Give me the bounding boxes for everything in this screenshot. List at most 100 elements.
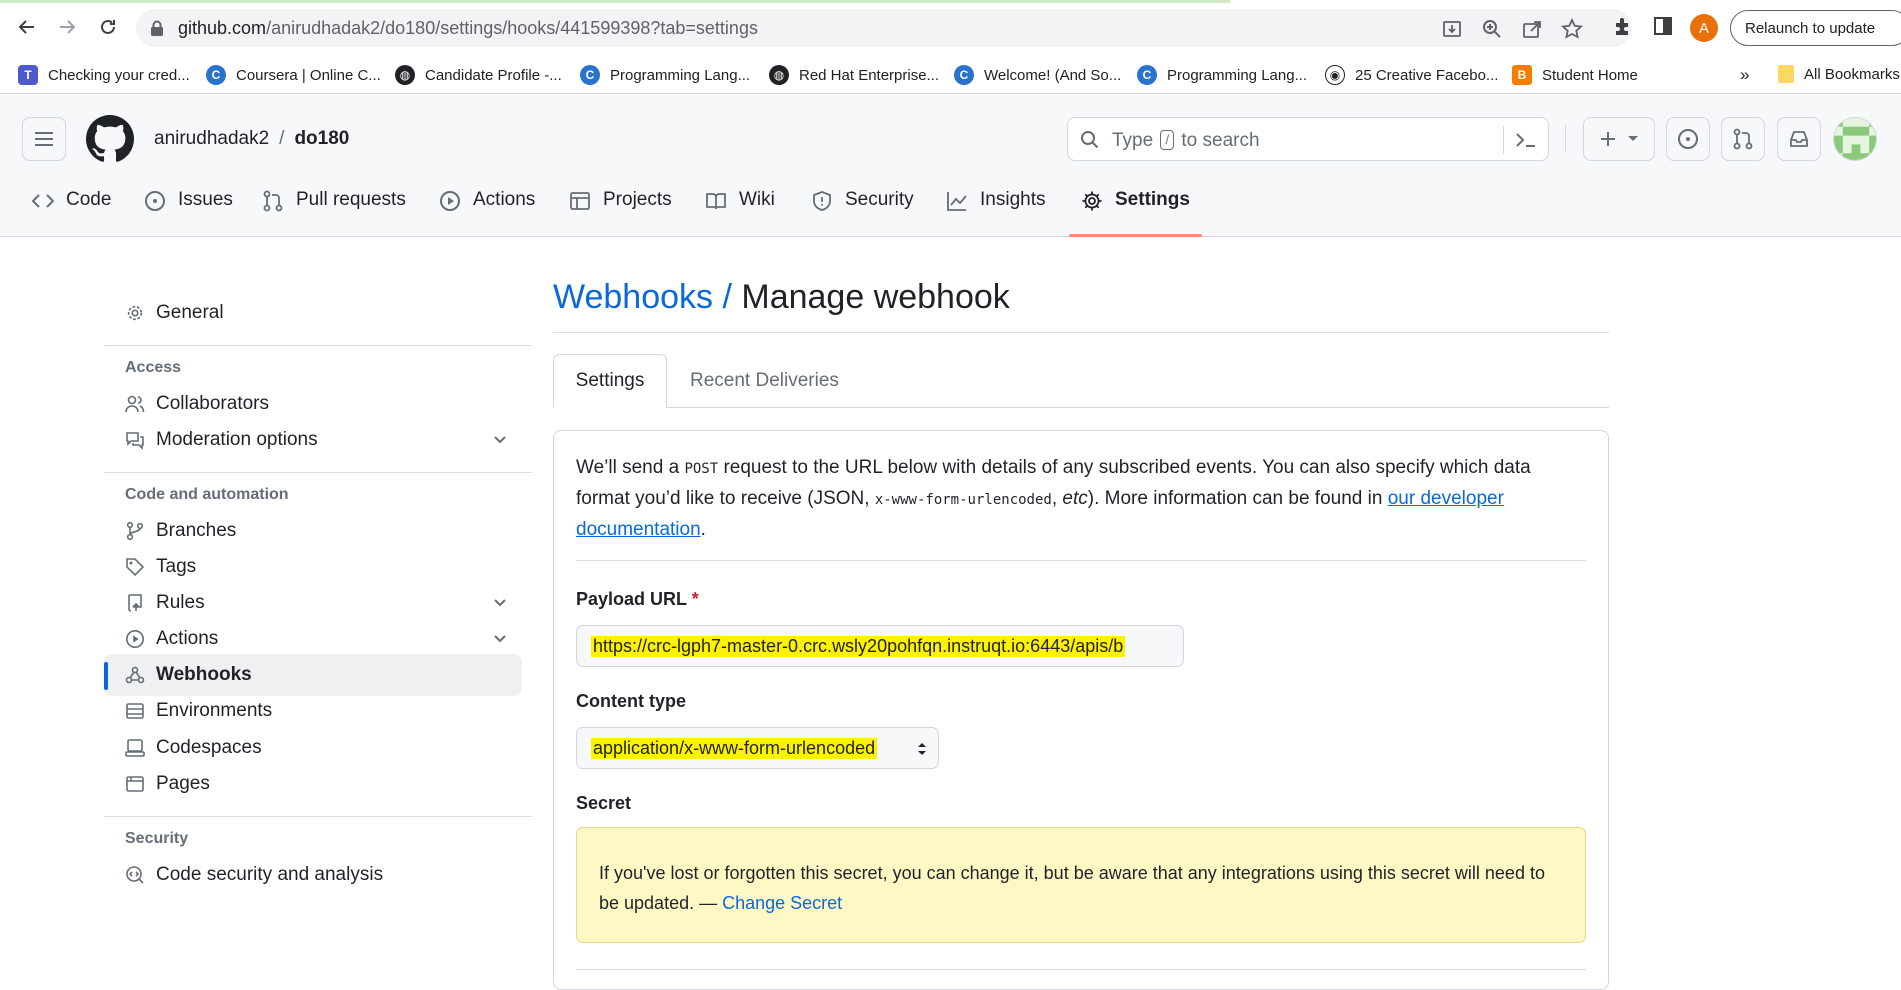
bookmarks-bar: T Checking your cred... C Coursera | Onlin… [0,56,1901,94]
zoom-icon[interactable] [1481,18,1503,40]
bookmark-item[interactable]: C Welcome! (And So... [954,65,1121,85]
tab-recent-deliveries[interactable]: Recent Deliveries [690,354,839,408]
bookmark-item[interactable]: ◍ Candidate Profile -... [395,65,562,85]
secret-warning-text: If you've lost or forgotten this secret,… [599,858,1559,918]
tab-pull-requests[interactable]: Pull requests [262,175,406,237]
bookmark-item[interactable]: C Programming Lang... [1137,65,1307,85]
bookmark-label: Welcome! (And So... [984,66,1122,84]
forward-button[interactable] [52,12,82,42]
share-icon[interactable] [1521,18,1543,40]
tab-issues[interactable]: Issues [144,175,233,237]
intro-part: We’ll send a [576,457,680,478]
inbox-icon [1790,131,1808,147]
chevron-down-icon[interactable] [492,630,508,646]
url-text[interactable]: github.com/anirudhadak2/do180/settings/h… [178,18,758,39]
tab-label: Security [845,189,914,210]
bookmark-star-icon[interactable] [1561,18,1583,40]
sidebar-item-general[interactable]: General [104,292,522,334]
content-type-select[interactable]: application/x-www-form-urlencoded [576,727,939,769]
bookmark-item[interactable]: ◉ 25 Creative Facebo... [1325,65,1498,85]
tab-actions[interactable]: Actions [439,175,535,237]
sidebar-divider [104,345,532,346]
lock-icon[interactable] [150,20,164,36]
menu-button[interactable] [22,117,66,161]
bookmarks-overflow-button[interactable]: » [1740,65,1749,85]
tab-insights[interactable]: Insights [946,175,1045,237]
sidebar-item-label: Actions [156,628,219,649]
issue-opened-icon [1678,129,1698,149]
bookmark-item[interactable]: ◍ Red Hat Enterprise... [769,65,939,85]
intro-part: . [700,519,706,540]
user-avatar[interactable] [1833,117,1877,161]
tab-label: Actions [473,189,536,210]
back-button[interactable] [12,12,42,42]
git-pull-request-icon [263,190,283,212]
search-shortcut-key: / [1160,130,1175,150]
graph-icon [947,192,967,211]
bookmark-item[interactable]: T Checking your cred... [18,65,190,85]
change-secret-link[interactable]: Change Secret [722,893,842,913]
bookmark-item[interactable]: B Student Home [1512,65,1638,85]
tab-settings-panel[interactable]: Settings [553,354,667,408]
sidebar-item-label: Tags [156,556,197,577]
tab-label: Issues [178,189,233,210]
tab-security[interactable]: Security [811,175,914,237]
relaunch-button[interactable]: Relaunch to update [1730,10,1901,46]
side-panel-icon[interactable] [1652,15,1674,37]
identicon-icon [1834,118,1876,160]
bookmark-item[interactable]: C Coursera | Online C... [206,65,381,85]
sidebar-item-environments[interactable]: Environments [104,690,522,732]
github-logo-icon[interactable] [86,115,134,163]
plus-icon [1601,132,1615,146]
tab-label: Insights [980,189,1046,210]
extensions-puzzle-icon[interactable] [1612,15,1634,37]
sidebar-heading-security: Security [125,830,189,847]
blogger-icon: B [1512,65,1532,85]
address-bar[interactable]: github.com/anirudhadak2/do180/settings/h… [136,9,1632,47]
sidebar-item-label: Environments [156,700,273,721]
webhooks-breadcrumb-link[interactable]: Webhooks / [553,278,732,316]
repo-push-icon [128,594,142,612]
repo-owner-link[interactable]: anirudhadak2 [154,128,269,149]
tab-wiki[interactable]: Wiki [705,175,775,237]
sidebar-item-pages[interactable]: Pages [104,763,522,805]
install-app-icon[interactable] [1441,18,1463,40]
profile-avatar[interactable]: A [1690,14,1718,42]
play-icon [440,191,460,211]
command-palette-icon[interactable] [1514,129,1538,151]
tab-code[interactable]: Code [32,175,111,237]
teams-icon: T [18,65,38,85]
comment-discussion-icon [126,432,144,450]
payload-url-input[interactable]: https://crc-lgph7-master-0.crc.wsly20poh… [576,625,1184,667]
issues-button[interactable] [1666,117,1710,161]
path-separator: / [279,128,285,149]
url-path: /anirudhadak2/do180/settings/hooks/44159… [266,18,758,38]
bookmark-label: Coursera | Online C... [236,66,381,84]
triangle-down-icon [1628,136,1638,141]
form-divider [576,560,1586,561]
sidebar-item-code-security[interactable]: Code security and analysis [104,854,522,896]
inbox-button[interactable] [1777,117,1821,161]
sidebar-item-label: Code security and analysis [156,864,384,885]
payload-url-label: Payload URL * [576,589,699,610]
tab-projects[interactable]: Projects [569,175,672,237]
webhook-form: We’ll send a POST request to the URL bel… [553,430,1609,990]
sidebar-divider [104,816,532,817]
bookmark-item[interactable]: C Programming Lang... [580,65,750,85]
search-input[interactable]: Type / to search [1067,117,1549,161]
browser-toolbar: github.com/anirudhadak2/do180/settings/h… [0,0,1901,56]
chevron-down-icon[interactable] [492,431,508,447]
pull-requests-button[interactable] [1721,117,1765,161]
sidebar-item-moderation[interactable]: Moderation options [104,419,522,461]
bookmark-label: Red Hat Enterprise... [799,66,940,84]
repo-name-link[interactable]: do180 [294,128,349,149]
reload-button[interactable] [93,12,123,42]
search-placeholder: Type / to search [1112,130,1260,152]
create-new-button[interactable] [1583,117,1655,161]
content-type-label: Content type [576,691,686,711]
all-bookmarks-button[interactable]: All Bookmarks [1778,65,1900,83]
globe-icon: ◍ [395,65,415,85]
title-divider [553,332,1609,333]
chevron-down-icon[interactable] [492,594,508,610]
tab-settings[interactable]: Settings [1069,175,1202,237]
